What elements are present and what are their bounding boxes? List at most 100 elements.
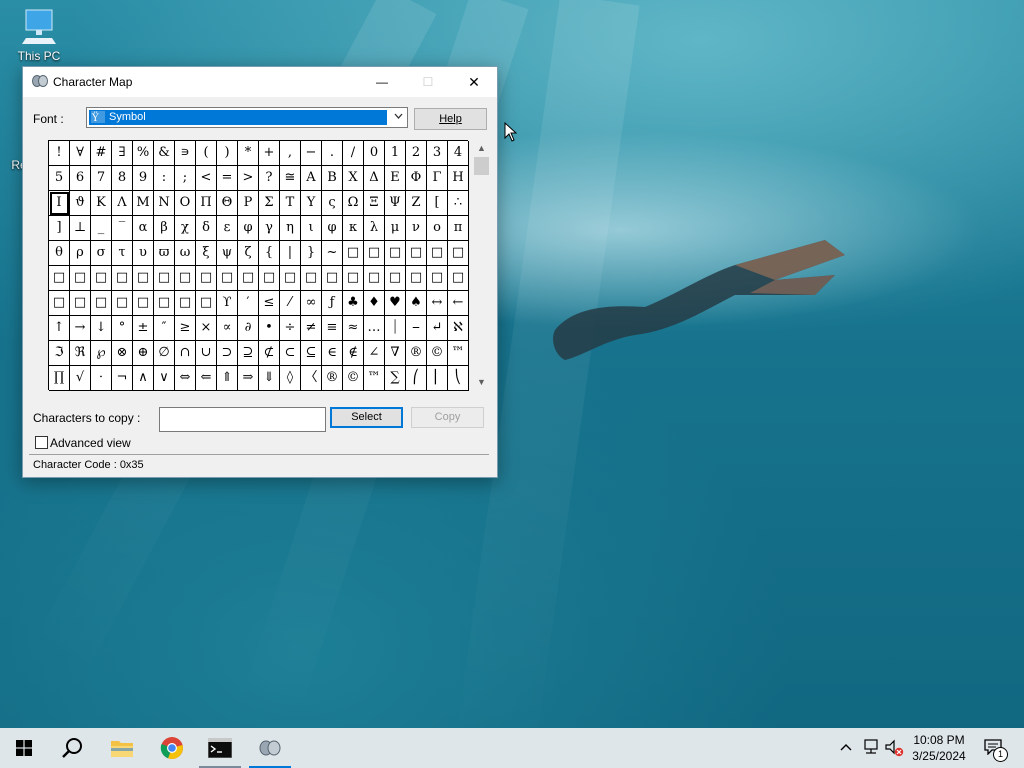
character-cell[interactable]: ©	[427, 341, 448, 366]
character-cell[interactable]: →	[70, 316, 91, 341]
character-cell[interactable]: ∠	[364, 341, 385, 366]
character-cell[interactable]: □	[427, 266, 448, 291]
character-cell[interactable]: δ	[196, 216, 217, 241]
scrollbar-thumb[interactable]	[474, 157, 489, 175]
character-cell[interactable]: Ψ	[385, 191, 406, 216]
character-cell[interactable]: β	[154, 216, 175, 241]
character-cell[interactable]: ~	[322, 241, 343, 266]
character-cell[interactable]: 〈	[301, 366, 322, 391]
character-cell[interactable]: ⊄	[259, 341, 280, 366]
character-cell[interactable]: μ	[385, 216, 406, 241]
character-cell[interactable]: γ	[259, 216, 280, 241]
character-cell[interactable]: ρ	[70, 241, 91, 266]
character-cell[interactable]: ≈	[343, 316, 364, 341]
character-cell[interactable]: □	[364, 266, 385, 291]
character-cell[interactable]: ]	[49, 216, 70, 241]
character-cell[interactable]: ξ	[196, 241, 217, 266]
character-cell[interactable]: □	[70, 291, 91, 316]
character-cell[interactable]: ℘	[91, 341, 112, 366]
character-cell[interactable]: )	[217, 141, 238, 166]
chevron-up-icon[interactable]	[840, 742, 852, 752]
character-cell[interactable]: =	[217, 166, 238, 191]
character-cell[interactable]: □	[49, 266, 70, 291]
character-cell[interactable]: {	[259, 241, 280, 266]
character-cell[interactable]: ε	[217, 216, 238, 241]
character-cell[interactable]: ⊂	[280, 341, 301, 366]
character-cell[interactable]: □	[91, 266, 112, 291]
character-cell[interactable]: _	[91, 216, 112, 241]
character-cell[interactable]: <	[196, 166, 217, 191]
character-cell[interactable]: 2	[406, 141, 427, 166]
grid-scrollbar[interactable]: ▲ ▼	[473, 140, 490, 390]
character-cell[interactable]: …	[364, 316, 385, 341]
maximize-button[interactable]: ☐	[405, 67, 451, 97]
character-cell[interactable]: •	[259, 316, 280, 341]
character-cell[interactable]: □	[217, 266, 238, 291]
character-cell[interactable]: Β	[322, 166, 343, 191]
character-cell[interactable]: ⎛	[406, 366, 427, 391]
character-cell[interactable]: □	[301, 266, 322, 291]
character-cell[interactable]: ⊥	[70, 216, 91, 241]
character-cell[interactable]: Ι	[49, 191, 70, 216]
character-cell[interactable]: ⊆	[301, 341, 322, 366]
character-cell[interactable]: &	[154, 141, 175, 166]
character-cell[interactable]: ϑ	[70, 191, 91, 216]
character-cell[interactable]: ω	[175, 241, 196, 266]
character-cell[interactable]: Ζ	[406, 191, 427, 216]
character-cell[interactable]: ♠	[406, 291, 427, 316]
character-cell[interactable]: Δ	[364, 166, 385, 191]
character-cell[interactable]: ⎝	[448, 366, 469, 391]
character-cell[interactable]: ∩	[175, 341, 196, 366]
help-button[interactable]: Help	[414, 108, 487, 130]
character-cell[interactable]: ⇓	[259, 366, 280, 391]
scroll-down-icon[interactable]: ▼	[473, 374, 490, 390]
character-cell[interactable]: ⊇	[238, 341, 259, 366]
advanced-view-checkbox[interactable]	[35, 436, 48, 449]
character-cell[interactable]: ≤	[259, 291, 280, 316]
character-cell[interactable]: □	[175, 266, 196, 291]
character-cell[interactable]: ς	[322, 191, 343, 216]
character-cell[interactable]: Α	[301, 166, 322, 191]
character-cell[interactable]: □	[112, 266, 133, 291]
notifications-button[interactable]: 1	[982, 736, 1008, 762]
character-cell[interactable]: ∍	[175, 141, 196, 166]
character-cell[interactable]: ∞	[301, 291, 322, 316]
character-cell[interactable]: ζ	[238, 241, 259, 266]
character-cell[interactable]: ⇐	[196, 366, 217, 391]
character-cell[interactable]: %	[133, 141, 154, 166]
character-cell[interactable]: ⊗	[112, 341, 133, 366]
clock[interactable]: 10:08 PM 3/25/2024	[906, 732, 972, 764]
character-cell[interactable]: ν	[406, 216, 427, 241]
character-cell[interactable]: ™	[364, 366, 385, 391]
character-cell[interactable]: 8	[112, 166, 133, 191]
character-cell[interactable]: ∧	[133, 366, 154, 391]
character-cell[interactable]: □	[343, 266, 364, 291]
chrome-button[interactable]	[148, 728, 196, 768]
character-cell[interactable]: Υ	[301, 191, 322, 216]
character-cell[interactable]: □	[154, 266, 175, 291]
character-cell[interactable]: υ	[133, 241, 154, 266]
character-cell[interactable]: !	[49, 141, 70, 166]
character-cell[interactable]: ≠	[301, 316, 322, 341]
character-cell[interactable]: □	[259, 266, 280, 291]
character-cell[interactable]: ©	[343, 366, 364, 391]
character-cell[interactable]: ◊	[280, 366, 301, 391]
character-cell[interactable]: □	[49, 291, 70, 316]
character-cell[interactable]: Ε	[385, 166, 406, 191]
character-cell[interactable]: Θ	[217, 191, 238, 216]
character-cell[interactable]: □	[196, 266, 217, 291]
character-cell[interactable]: □	[112, 291, 133, 316]
search-button[interactable]	[48, 728, 96, 768]
character-cell[interactable]: ⁄	[280, 291, 301, 316]
character-cell[interactable]: ×	[196, 316, 217, 341]
character-cell[interactable]: ¬	[112, 366, 133, 391]
character-cell[interactable]: ℑ	[49, 341, 70, 366]
character-cell[interactable]: °	[112, 316, 133, 341]
character-cell[interactable]: #	[91, 141, 112, 166]
character-cell[interactable]: −	[301, 141, 322, 166]
file-explorer-button[interactable]	[98, 728, 146, 768]
character-cell[interactable]: ∝	[217, 316, 238, 341]
character-cell[interactable]: ⎜	[427, 366, 448, 391]
character-cell[interactable]: ↔	[427, 291, 448, 316]
character-cell[interactable]: ϖ	[154, 241, 175, 266]
